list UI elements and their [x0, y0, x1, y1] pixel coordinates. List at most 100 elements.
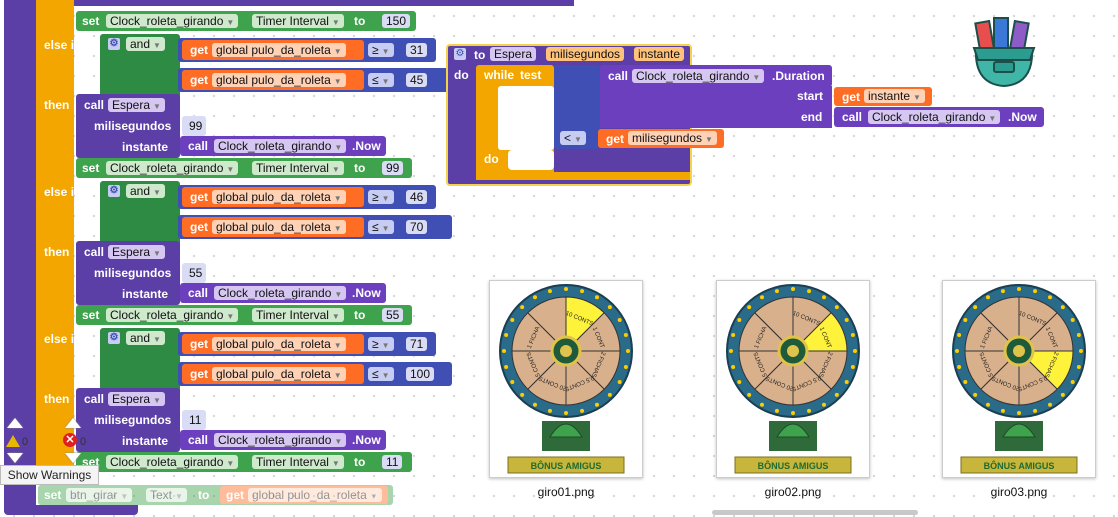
- set-block-top[interactable]: set Clock_roleta_girando ▼ Timer Interval…: [76, 11, 416, 31]
- and-dropdown[interactable]: and ▼: [126, 37, 165, 51]
- image-caption: giro03.png: [990, 485, 1048, 499]
- number-field[interactable]: 45: [406, 73, 428, 87]
- chevron-up-icon[interactable]: [7, 418, 23, 428]
- set-timer-block[interactable]: set Clock_roleta_girando ▼ Timer Interval…: [76, 158, 412, 178]
- call-espera-block[interactable]: call Espera ▼ milisegundos instante: [76, 94, 180, 158]
- set-timer-block[interactable]: set Clock_roleta_girando ▼ Timer Interval…: [76, 305, 412, 325]
- call-now-block[interactable]: call Clock_roleta_girando ▼ .Now: [180, 136, 386, 156]
- property-dropdown[interactable]: Timer Interval ▼: [252, 455, 344, 469]
- image-preview-3[interactable]: BÔNUS AMIGUS 10 CONTS 1 CONT 2 FICHAS 0.5 CO…: [942, 280, 1096, 478]
- number-field[interactable]: 11: [382, 455, 403, 469]
- compare-block-2[interactable]: get global pulo_da_roleta ▼ ≤ ▼ 100: [178, 362, 452, 386]
- warning-toggle[interactable]: 0: [4, 418, 30, 466]
- get-variable-block[interactable]: get global pulo_da_roleta ▼: [182, 334, 364, 354]
- procedure-dropdown[interactable]: Espera ▼: [108, 245, 165, 259]
- component-dropdown[interactable]: Clock_roleta_girando ▼: [214, 286, 347, 300]
- get-variable-block[interactable]: get global pulo_da_roleta ▼: [182, 187, 364, 207]
- and-block[interactable]: ⚙ and ▼: [100, 34, 180, 100]
- get-variable-block[interactable]: get global pulo_da_roleta ▼: [182, 217, 364, 237]
- compare-block-2[interactable]: get global pulo_da_roleta ▼ ≤ ▼ 45: [178, 68, 452, 92]
- call-espera-block[interactable]: call Espera ▼ milisegundos instante: [76, 241, 180, 305]
- get-milisegundos-block[interactable]: get milisegundos ▼: [598, 129, 724, 148]
- procedure-dropdown[interactable]: Espera ▼: [108, 98, 165, 112]
- operator-dropdown[interactable]: ≥ ▼: [368, 337, 394, 351]
- then-keyword: then: [44, 98, 70, 112]
- compare-block-2[interactable]: get global pulo_da_roleta ▼ ≤ ▼ 70: [178, 215, 452, 239]
- component-dropdown[interactable]: Clock_roleta_girando ▼: [106, 161, 239, 175]
- number-field[interactable]: 55: [382, 308, 404, 322]
- procedure-name-field[interactable]: Espera: [490, 47, 537, 61]
- call-espera-block[interactable]: call Espera ▼ milisegundos instante: [76, 388, 180, 452]
- component-dropdown[interactable]: Clock_roleta_girando ▼: [106, 308, 239, 322]
- chevron-up-icon[interactable]: [65, 418, 81, 428]
- chevron-down-icon[interactable]: [65, 453, 81, 463]
- image-preview-1[interactable]: BÔNUS AMIGUS 10 CONTS 1 CONT 2 FICHAS 0.5 CO…: [489, 280, 643, 478]
- component-dropdown[interactable]: Clock_roleta_girando ▼: [106, 14, 239, 28]
- method-name: .Duration: [772, 69, 825, 83]
- set-btn-girar-block[interactable]: set btn_girar ▼ Text ▼ to get global pulo_…: [38, 485, 393, 505]
- get-instante-block[interactable]: get instante ▼: [834, 87, 932, 106]
- error-toggle[interactable]: ✕ 0: [62, 418, 88, 466]
- property-dropdown[interactable]: Timer Interval ▼: [252, 14, 344, 28]
- property-dropdown[interactable]: Text ▼: [146, 488, 187, 502]
- compare-block-1[interactable]: get global pulo_da_roleta ▼ ≥ ▼ 31: [178, 38, 436, 62]
- show-warnings-button[interactable]: Show Warnings: [0, 465, 99, 485]
- else-if-keyword: else if: [44, 332, 79, 346]
- property-dropdown[interactable]: Timer Interval ▼: [252, 308, 344, 322]
- set-timer-block[interactable]: set Clock_roleta_girando ▼ Timer Interval…: [76, 452, 412, 472]
- gear-icon[interactable]: ⚙: [454, 48, 466, 60]
- procedure-dropdown[interactable]: Espera ▼: [108, 392, 165, 406]
- call-duration-block[interactable]: call Clock_roleta_girando ▼ .Duration: [600, 65, 832, 87]
- component-dropdown[interactable]: btn_girar ▼: [66, 488, 133, 502]
- gear-icon[interactable]: ⚙: [108, 38, 120, 50]
- get-variable-block[interactable]: get global pulo_da_roleta ▼: [182, 364, 364, 384]
- gear-icon[interactable]: ⚙: [108, 185, 120, 197]
- component-dropdown[interactable]: Clock_roleta_girando ▼: [868, 110, 1001, 124]
- param-milisegundos[interactable]: milisegundos: [546, 47, 625, 61]
- compare-block-1[interactable]: get global pulo_da_roleta ▼ ≥ ▼ 46: [178, 185, 436, 209]
- operator-dropdown[interactable]: ≤ ▼: [368, 220, 394, 234]
- number-block[interactable]: 11: [182, 410, 206, 430]
- image-preview-2[interactable]: BÔNUS AMIGUS 10 CONTS 1 CONT 2 FICHAS 0.5 CO…: [716, 280, 870, 478]
- horizontal-scrollbar[interactable]: [712, 510, 918, 515]
- component-dropdown[interactable]: Clock_roleta_girando ▼: [214, 433, 347, 447]
- component-dropdown[interactable]: Clock_roleta_girando ▼: [106, 455, 239, 469]
- call-now-block[interactable]: call Clock_roleta_girando ▼ .Now: [180, 430, 386, 450]
- number-block[interactable]: 99: [182, 116, 207, 136]
- number-field[interactable]: 99: [185, 119, 207, 133]
- compare-block-1[interactable]: get global pulo_da_roleta ▼ ≥ ▼ 71: [178, 332, 436, 356]
- and-block[interactable]: ⚙ and ▼: [100, 181, 180, 247]
- operator-dropdown[interactable]: ≤ ▼: [368, 73, 394, 87]
- number-field[interactable]: 71: [406, 337, 428, 351]
- compare-operator-dropdown[interactable]: < ▼: [560, 131, 586, 145]
- chevron-down-icon[interactable]: [7, 453, 23, 463]
- number-field[interactable]: 150: [382, 14, 411, 28]
- component-dropdown[interactable]: Clock_roleta_girando ▼: [214, 139, 347, 153]
- call-now-block[interactable]: call Clock_roleta_girando ▼ .Now: [180, 283, 386, 303]
- number-field[interactable]: 31: [406, 43, 428, 57]
- operator-dropdown[interactable]: ≤ ▼: [368, 367, 394, 381]
- param-instante[interactable]: instante: [634, 47, 685, 61]
- property-dropdown[interactable]: Timer Interval ▼: [252, 161, 344, 175]
- backpack-icon[interactable]: [964, 14, 1044, 90]
- get-variable-block[interactable]: get global pulo_da_roleta ▼: [220, 486, 388, 504]
- svg-text:BÔNUS AMIGUS: BÔNUS AMIGUS: [984, 460, 1055, 471]
- get-variable-block[interactable]: get global pulo_da_roleta ▼: [182, 70, 364, 90]
- component-dropdown[interactable]: Clock_roleta_girando ▼: [632, 69, 765, 83]
- outer-procedure-bottom: [4, 505, 138, 515]
- operator-dropdown[interactable]: ≥ ▼: [368, 43, 394, 57]
- get-variable-block[interactable]: get global pulo_da_roleta ▼: [182, 40, 364, 60]
- number-field[interactable]: 46: [406, 190, 428, 204]
- call-now-block[interactable]: call Clock_roleta_girando ▼ .Now: [834, 107, 1044, 127]
- and-dropdown[interactable]: and ▼: [126, 184, 165, 198]
- number-field[interactable]: 11: [185, 413, 206, 427]
- operator-dropdown[interactable]: ≥ ▼: [368, 190, 394, 204]
- number-field[interactable]: 55: [185, 266, 207, 280]
- number-field[interactable]: 100: [406, 367, 435, 381]
- number-field[interactable]: 99: [382, 161, 404, 175]
- number-field[interactable]: 70: [406, 220, 428, 234]
- gear-icon[interactable]: ⚙: [108, 332, 120, 344]
- and-dropdown[interactable]: and ▼: [126, 331, 165, 345]
- and-block[interactable]: ⚙ and ▼: [100, 328, 180, 394]
- number-block[interactable]: 55: [182, 263, 207, 283]
